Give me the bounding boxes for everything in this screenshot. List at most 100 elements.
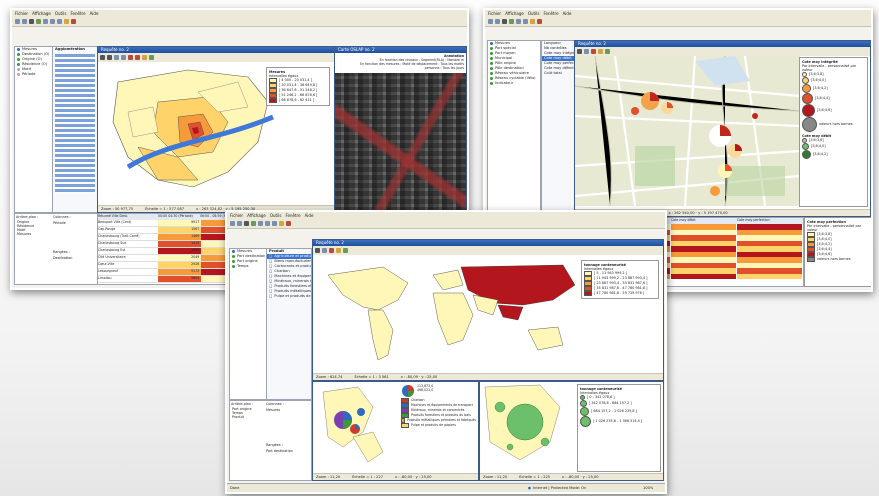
legend-row: ] 1 026 235,8 - 1 368 314,4 ]: [580, 416, 658, 427]
dimension-icon: [490, 82, 493, 85]
arrow-icon[interactable]: [502, 19, 507, 24]
world-map-window: Requête no. 2 tonnage conteneurisé Inter…: [312, 239, 664, 381]
arrow-icon[interactable]: [29, 19, 34, 24]
tool-icon[interactable]: [322, 248, 327, 253]
tree-header[interactable]: Agglomération: [53, 47, 97, 52]
tool-icon[interactable]: [336, 248, 341, 253]
table-row[interactable]: Charlesbourg Sud 1413: [98, 241, 243, 248]
menu-file[interactable]: Fichier: [15, 11, 28, 16]
zoom-out-icon[interactable]: [523, 19, 528, 24]
select-icon[interactable]: [64, 19, 69, 24]
new-icon[interactable]: [230, 221, 235, 226]
legend-row: [3,6;4,0]: [802, 77, 865, 84]
map-window: Requête no. 2 Cote moy intégrité Par int…: [574, 40, 871, 217]
legend-swatch: [802, 84, 811, 93]
tree-item[interactable]: Temps: [230, 264, 266, 269]
table-row[interactable]: Cité Universitaire 2049: [98, 255, 243, 262]
legend-row: [3,6;4,0]: [802, 143, 865, 150]
dimension-icon: [490, 62, 493, 65]
globe-icon[interactable]: [251, 221, 256, 226]
table-row[interactable]: Lebourgneuf 5173: [98, 269, 243, 276]
table-row[interactable]: Cap-Rouge 1567: [98, 227, 243, 234]
chart-icon[interactable]: [286, 221, 291, 226]
menu-tools[interactable]: Outils: [55, 11, 67, 16]
table-row[interactable]: Cœur-Ville 2926: [98, 262, 243, 269]
menu-help[interactable]: Aide: [305, 213, 314, 218]
menu-bar: Fichier Affichage Outils Fenêtre Aide: [227, 212, 665, 219]
tool-icon[interactable]: [605, 49, 610, 54]
arrow-icon[interactable]: [244, 221, 249, 226]
pan-icon[interactable]: [272, 221, 277, 226]
tool-icon[interactable]: [329, 248, 334, 253]
cube-icon: [232, 250, 235, 253]
select-icon[interactable]: [530, 19, 535, 24]
member-list[interactable]: [55, 54, 95, 194]
legend-row: ] 66 878,6 - 82 431 ]: [269, 98, 327, 103]
open-icon[interactable]: [22, 19, 27, 24]
zoom-out-icon[interactable]: [50, 19, 55, 24]
table-row[interactable]: Charlesbourg Est 1094: [98, 248, 243, 255]
table-row[interactable]: Limoilou 5604: [98, 276, 243, 283]
open-icon[interactable]: [495, 19, 500, 24]
network-map[interactable]: [575, 56, 800, 206]
tool-icon[interactable]: [343, 248, 348, 253]
dimension-icon: [490, 57, 493, 60]
tool-icon[interactable]: [121, 55, 126, 60]
tool-icon[interactable]: [149, 55, 154, 60]
table-row[interactable]: Beauport Ville (Cent) 9917: [98, 220, 243, 227]
globe-icon[interactable]: [509, 19, 514, 24]
tool-icon[interactable]: [142, 55, 147, 60]
tool-icon[interactable]: [114, 55, 119, 60]
tool-icon[interactable]: [128, 55, 133, 60]
menu-tools[interactable]: Outils: [270, 213, 282, 218]
pie-map[interactable]: [313, 382, 398, 467]
tool-icon[interactable]: [107, 55, 112, 60]
menu-view[interactable]: Affichage: [247, 213, 266, 218]
legend-label: [3,6;4,0]: [811, 78, 826, 83]
tool-icon[interactable]: [135, 55, 140, 60]
table-row[interactable]: Charlesbourg (Trait-Carré) 1489: [98, 234, 243, 241]
tool-icon[interactable]: [591, 49, 596, 54]
menu-window[interactable]: Fenêtre: [543, 11, 558, 16]
tool-icon[interactable]: [100, 55, 105, 60]
legend-label: Charbon: [411, 398, 425, 403]
zoom-in-icon[interactable]: [516, 19, 521, 24]
menu-help[interactable]: Aide: [90, 11, 99, 16]
tool-icon[interactable]: [577, 49, 582, 54]
main-toolbar: [12, 17, 467, 27]
tool-icon[interactable]: [584, 49, 589, 54]
world-choropleth-map[interactable]: [313, 255, 583, 365]
legend-label: Machines et équipements de transport: [411, 403, 473, 408]
menu-tools[interactable]: Outils: [528, 11, 540, 16]
menu-file[interactable]: Fichier: [488, 11, 501, 16]
menu-window[interactable]: Fenêtre: [285, 213, 300, 218]
open-icon[interactable]: [237, 221, 242, 226]
chart-icon[interactable]: [537, 19, 542, 24]
measure-item[interactable]: Coût total: [542, 71, 574, 76]
menu-help[interactable]: Aide: [563, 11, 572, 16]
row-label: Beauport Ville (Cent): [98, 220, 132, 224]
tree-item[interactable]: Indicateur: [488, 81, 540, 86]
legend-swatch: [580, 416, 591, 427]
new-icon[interactable]: [488, 19, 493, 24]
new-icon[interactable]: [15, 19, 20, 24]
product-item[interactable]: □ Pulpe et produits de: [267, 294, 311, 299]
legend-label: Pulpe et produits de papiers: [411, 423, 456, 428]
proportional-circle-map[interactable]: [480, 382, 575, 467]
globe-icon[interactable]: [36, 19, 41, 24]
menu-view[interactable]: Affichage: [32, 11, 51, 16]
chart-icon[interactable]: [71, 19, 76, 24]
pan-icon[interactable]: [57, 19, 62, 24]
select-icon[interactable]: [279, 221, 284, 226]
menu-file[interactable]: Fichier: [230, 213, 243, 218]
dimension-icon: [490, 52, 493, 55]
row-label: Limoilou: [98, 276, 112, 280]
row-label: Charlesbourg Est: [98, 248, 126, 252]
zoom-in-icon[interactable]: [258, 221, 263, 226]
tool-icon[interactable]: [315, 248, 320, 253]
zoom-in-icon[interactable]: [43, 19, 48, 24]
tool-icon[interactable]: [598, 49, 603, 54]
zoom-out-icon[interactable]: [265, 221, 270, 226]
menu-window[interactable]: Fenêtre: [70, 11, 85, 16]
menu-view[interactable]: Affichage: [505, 11, 524, 16]
